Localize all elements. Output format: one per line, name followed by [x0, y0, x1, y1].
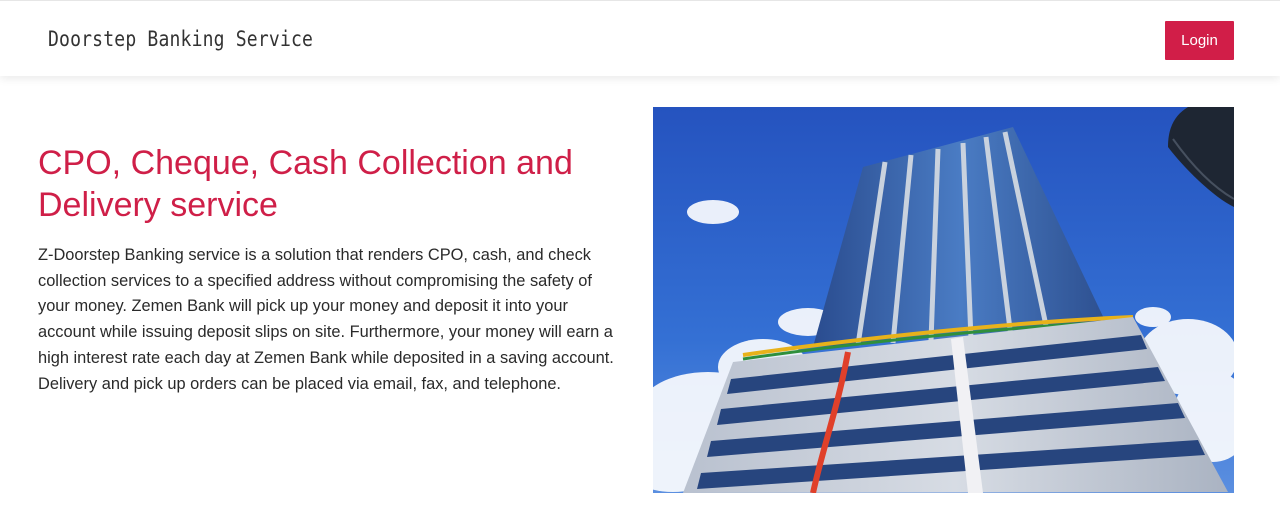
login-button[interactable]: Login — [1165, 21, 1234, 60]
hero-description: Z-Doorstep Banking service is a solution… — [38, 246, 614, 393]
bank-tower-image — [653, 107, 1234, 493]
hero-headline: CPO, Cheque, Cash Collection and Deliver… — [38, 144, 573, 224]
brand-title[interactable]: Doorstep Banking Service — [48, 27, 313, 51]
top-navbar: Doorstep Banking Service Login — [0, 0, 1280, 76]
